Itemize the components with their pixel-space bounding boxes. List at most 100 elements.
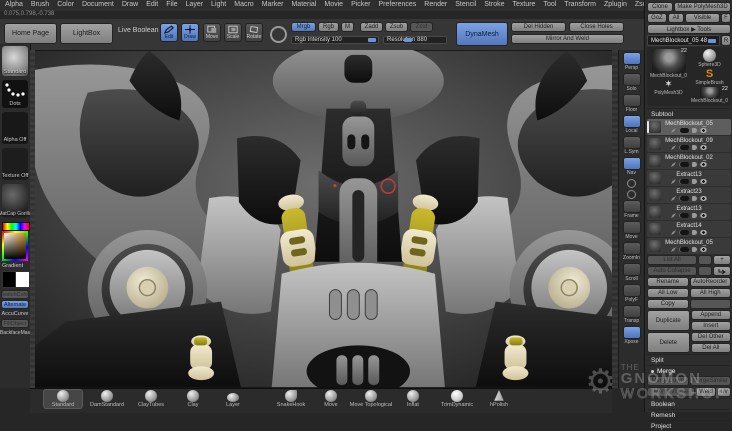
auto-collapse-button[interactable]: Auto Collapse (647, 266, 697, 276)
visibility-toggle-icon[interactable] (679, 213, 689, 218)
visibility-toggle-icon[interactable] (679, 230, 689, 235)
list-all-button[interactable]: List All (647, 255, 697, 265)
eye-icon[interactable] (700, 247, 707, 252)
menu-preferences[interactable]: Preferences (379, 1, 417, 10)
move-mode-button[interactable]: Move (203, 23, 221, 42)
current-material-thumbnail[interactable]: MatCap Gorilla (0, 184, 32, 218)
backface-mask-label[interactable]: BackfaceMask (0, 330, 33, 336)
autoreorder-button[interactable]: AutoReorder (689, 277, 731, 287)
tray-brush-claytubes[interactable]: ClayTubes (132, 390, 170, 408)
menu-stencil[interactable]: Stencil (455, 1, 476, 10)
zadd-button[interactable]: Zadd (360, 22, 383, 32)
subtool-row[interactable]: MechBlockout_05 (647, 119, 731, 135)
menu-marker[interactable]: Marker (262, 1, 284, 10)
remesh-section[interactable]: Remesh (647, 409, 731, 420)
menu-layer[interactable]: Layer (186, 1, 204, 10)
goz-button[interactable]: GoZ (647, 13, 667, 23)
menu-draw[interactable]: Draw (122, 1, 138, 10)
menu-tool[interactable]: Tool (543, 1, 556, 10)
current-alpha-thumbnail[interactable]: Alpha Off (2, 112, 28, 144)
eye-icon[interactable] (700, 230, 707, 235)
r-button[interactable]: R (721, 35, 731, 46)
accucurve-label[interactable]: AccuCurve (0, 311, 30, 317)
tray-brush-standard[interactable]: Standard (44, 390, 82, 408)
tray-brush-trimdynamic[interactable]: TrimDynamic (438, 390, 476, 408)
menu-color[interactable]: Color (57, 1, 74, 10)
zoom-in-icon[interactable] (627, 179, 636, 188)
polypaint-icon[interactable] (671, 247, 676, 252)
merge-similar-button[interactable]: MergeSimilar (689, 376, 731, 386)
simplebrush-tool[interactable]: S SimpleBrush (690, 69, 729, 87)
eye-icon[interactable] (700, 179, 707, 184)
del-all-button[interactable]: Del All (690, 343, 731, 353)
sculpt-icon[interactable] (692, 213, 697, 218)
tray-brush-hpolish[interactable]: hPolish (480, 390, 518, 408)
tray-brush-snakehook[interactable]: SnakeHook (272, 390, 310, 408)
visibility-toggle-icon[interactable] (679, 247, 689, 252)
zoom-out-icon[interactable] (627, 190, 636, 199)
merge-section[interactable]: Merge (647, 365, 731, 376)
visibility-toggle-icon[interactable] (679, 128, 689, 133)
dynamesh-button[interactable]: DynaMesh (456, 22, 508, 46)
lsym-button[interactable]: L.Sym (622, 136, 642, 155)
sculpt-icon[interactable] (692, 128, 697, 133)
tray-brush-clay[interactable]: Clay (174, 390, 212, 408)
delete-button[interactable]: Delete (647, 332, 690, 353)
menu-zplugin[interactable]: Zplugin (604, 1, 627, 10)
active-tool-slider[interactable]: MechBlockout_05 48 (647, 35, 720, 46)
tray-brush-layer[interactable]: Layer (214, 390, 252, 408)
polymesh3d-tool[interactable]: ✶ PolyMesh3D (649, 80, 688, 97)
xpose-button[interactable]: Xpose (622, 326, 642, 345)
split-section[interactable]: Split (647, 354, 731, 365)
menu-texture[interactable]: Texture (512, 1, 535, 10)
menu-picker[interactable]: Picker (351, 1, 370, 10)
polypaint-icon[interactable] (671, 213, 676, 218)
draw-mode-button[interactable]: Draw (181, 23, 199, 42)
edit-mode-button[interactable]: Edit (160, 23, 178, 42)
tray-brush-inflat[interactable]: Inflat (394, 390, 432, 408)
mechblockout-tool[interactable]: 22 MechBlockout_0 (690, 86, 729, 104)
visibility-toggle-icon[interactable] (679, 196, 689, 201)
m-button[interactable]: M (341, 22, 354, 32)
subtool-row[interactable]: MechBlockout_09 (647, 136, 731, 152)
nav-button[interactable]: Nav (622, 157, 642, 176)
polypaint-icon[interactable] (671, 230, 676, 235)
all-high-button[interactable]: All High (689, 288, 731, 298)
visibility-toggle-icon[interactable] (679, 162, 689, 167)
project-section[interactable]: Project (647, 420, 731, 431)
mirror-and-weld-button[interactable]: Mirror And Weld (511, 34, 624, 44)
lightbox-tools-button[interactable]: Lightbox ▶ Tools (647, 24, 731, 34)
menu-movie[interactable]: Movie (324, 1, 343, 10)
eye-icon[interactable] (700, 196, 707, 201)
export-all-button[interactable]: All (668, 13, 684, 23)
eye-icon[interactable] (700, 162, 707, 167)
current-tool-thumbnail[interactable]: 22 MechBlockout_0 (649, 48, 688, 79)
zsub-button[interactable]: Zsub (385, 22, 408, 32)
alternate-button[interactable]: Alternate (1, 300, 29, 309)
merge-down-button[interactable]: MergeDown (647, 376, 689, 386)
clone-button[interactable]: Clone (647, 2, 673, 12)
scale-mode-button[interactable]: Scale (224, 23, 242, 42)
zoom3d-button[interactable]: ZoomIn (622, 242, 642, 261)
tray-brush-move[interactable]: Move (312, 390, 350, 408)
menu-render[interactable]: Render (424, 1, 447, 10)
polypaint-icon[interactable] (671, 162, 676, 167)
subtool-row[interactable]: Extract13 (647, 204, 731, 220)
subtool-row[interactable]: Extract14 (647, 221, 731, 237)
menu-macro[interactable]: Macro (234, 1, 253, 10)
del-hidden-button[interactable]: Del Hidden (511, 22, 566, 32)
main-color-swatch[interactable] (2, 271, 16, 288)
sculpt-icon[interactable] (692, 179, 697, 184)
menu-brush[interactable]: Brush (31, 1, 49, 10)
polypaint-icon[interactable] (671, 128, 676, 133)
slider-handle[interactable] (404, 38, 412, 42)
current-brush-thumbnail[interactable]: Standard (2, 46, 28, 76)
menu-transform[interactable]: Transform (564, 1, 596, 10)
make-polymesh3d-button[interactable]: Make PolyMesh3D (674, 2, 731, 12)
sphere3d-tool[interactable]: Sphere3D (690, 49, 729, 68)
live-boolean-toggle[interactable]: Live Boolean (118, 27, 158, 34)
slider-handle[interactable] (708, 39, 716, 43)
sculpt-icon[interactable] (692, 145, 697, 150)
sculpt-icon[interactable] (692, 247, 697, 252)
export-visible-button[interactable]: Visible (685, 13, 720, 23)
